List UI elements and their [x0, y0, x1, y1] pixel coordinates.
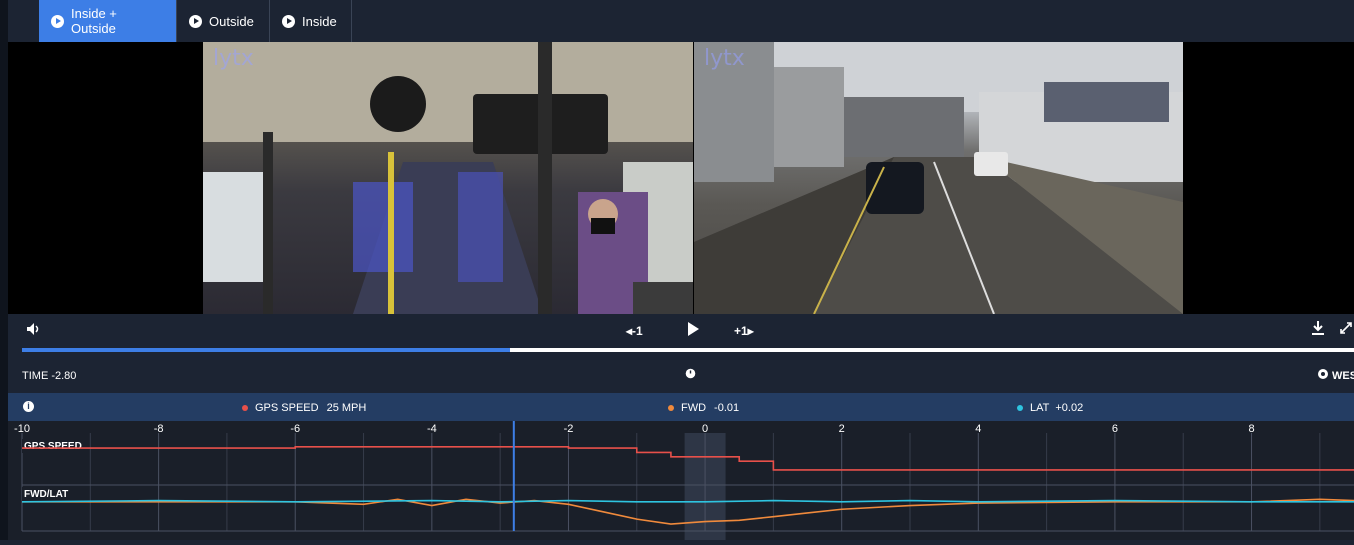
telemetry-chart[interactable]: -10 -8 -6 -4 -2 0 2 4 6 8 GPS SPEED FWD/LAT: [8, 421, 1354, 540]
x-tick-label: 6: [1112, 423, 1118, 435]
x-tick-label: 0: [702, 423, 708, 435]
outside-camera-image: [694, 42, 1183, 314]
gps-speed-metric: GPS SPEED 25 MPH: [242, 402, 366, 414]
play-circle-icon: [282, 14, 295, 28]
gps-speed-label: GPS SPEED: [255, 402, 319, 414]
progress-fill: [22, 348, 510, 352]
fullscreen-button[interactable]: [1338, 320, 1354, 339]
tab-label: Outside: [209, 13, 254, 29]
compass-icon: [1317, 366, 1329, 383]
lat-value: +0.02: [1055, 402, 1084, 414]
play-circle-icon: [51, 14, 64, 28]
inside-camera-image: [203, 42, 693, 314]
x-tick-label: 4: [975, 423, 981, 435]
telemetry-chart-svg: -10 -8 -6 -4 -2 0 2 4 6 8 GPS SPEED FWD/LAT: [14, 421, 1354, 540]
download-icon: [1312, 321, 1324, 335]
video-player[interactable]: lytx lytx: [8, 42, 1354, 314]
x-tick-label: -4: [427, 423, 437, 435]
inside-camera-view: lytx: [203, 42, 693, 314]
outside-camera-view: lytx: [694, 42, 1183, 314]
playback-controls: ◂-1 +1▸: [8, 314, 1354, 348]
panel-label: FWD/LAT: [24, 489, 68, 500]
info-icon[interactable]: i: [23, 401, 34, 412]
metrics-bar: i GPS SPEED 25 MPH FWD -0.01 LAT +0.02: [8, 393, 1354, 421]
x-tick-label: -2: [564, 423, 574, 435]
tab-inside-outside[interactable]: Inside + Outside: [39, 0, 177, 42]
speaker-icon: [27, 323, 39, 335]
stopwatch-icon: [685, 367, 696, 382]
lat-legend-dot: [1017, 405, 1023, 411]
lytx-watermark: lytx: [704, 46, 745, 71]
x-tick-label: 2: [839, 423, 845, 435]
gps-speed-value: 25 MPH: [326, 402, 367, 414]
tab-inside[interactable]: Inside: [270, 0, 352, 42]
play-button[interactable]: [686, 321, 700, 340]
x-tick-label: 8: [1248, 423, 1254, 435]
heading-label: WES: [1332, 370, 1354, 382]
lat-label: LAT: [1030, 402, 1050, 414]
playback-progress-bar[interactable]: [22, 348, 1354, 352]
tab-outside[interactable]: Outside: [177, 0, 270, 42]
fwd-legend-dot: [668, 405, 674, 411]
download-button[interactable]: [1310, 320, 1326, 339]
tab-label: Inside: [302, 13, 337, 29]
x-tick-label: -8: [154, 423, 164, 435]
lytx-watermark: lytx: [213, 46, 254, 71]
fwd-label: FWD: [681, 402, 707, 414]
time-label: TIME -2.80: [22, 370, 77, 382]
lat-metric: LAT +0.02: [1017, 402, 1083, 414]
fwd-value: -0.01: [714, 402, 740, 414]
volume-button[interactable]: [26, 322, 40, 339]
play-icon: [688, 322, 699, 336]
expand-icon: [1340, 322, 1352, 334]
step-forward-button[interactable]: +1▸: [734, 324, 754, 338]
play-circle-icon: [189, 14, 202, 28]
time-row: TIME -2.80 WES: [8, 356, 1354, 392]
left-edge-strip: [0, 0, 8, 540]
step-back-button[interactable]: ◂-1: [626, 324, 643, 338]
fwd-metric: FWD -0.01: [668, 402, 739, 414]
gps-legend-dot: [242, 405, 248, 411]
tab-label: Inside + Outside: [71, 6, 117, 36]
x-tick-label: -10: [14, 423, 30, 435]
x-tick-label: -6: [290, 423, 300, 435]
view-tab-bar: Inside + Outside Outside Inside: [8, 0, 1354, 42]
panel-label: GPS SPEED: [24, 441, 82, 452]
